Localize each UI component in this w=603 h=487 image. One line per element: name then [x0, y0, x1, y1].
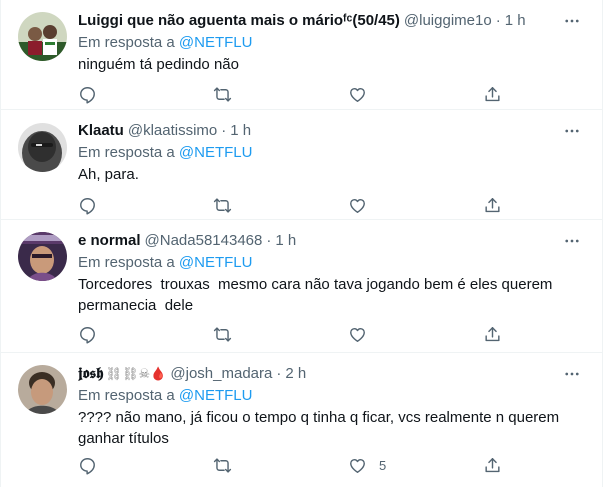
share-icon [485, 86, 500, 101]
reply-mention-link[interactable]: @NETFLU [179, 144, 253, 161]
tweet[interactable]: Klaatu @klaatissimo · 1 h Em resposta a … [1, 110, 603, 220]
avatar[interactable] [18, 365, 67, 414]
display-name[interactable]: 𝖏𝖔𝖘𝖍 [78, 364, 104, 384]
reply-context: Em resposta a @NETFLU [78, 253, 252, 273]
share-icon [485, 197, 500, 212]
retweet-icon [213, 457, 232, 473]
more-button[interactable] [560, 9, 584, 33]
like-button[interactable] [348, 193, 379, 217]
retweet-icon [213, 197, 232, 213]
tweet[interactable]: 𝖏𝖔𝖘𝖍 ⛓⛓☠🩸 @josh_madara · 2 h Em resposta… [1, 353, 603, 487]
like-icon [350, 87, 365, 102]
share-button[interactable] [483, 193, 502, 217]
share-icon [485, 326, 500, 341]
reply-icon [80, 326, 95, 344]
reply-context: Em resposta a @NETFLU [78, 33, 252, 53]
share-icon [485, 457, 500, 472]
more-icon [565, 19, 579, 23]
separator-dot: · [221, 122, 227, 139]
reply-prefix: Em resposta a [78, 254, 175, 271]
retweet-icon [213, 86, 232, 102]
more-button[interactable] [560, 119, 584, 143]
tweet[interactable]: Luiggi que não aguenta mais o márioᶠᶜ(50… [1, 0, 603, 110]
share-button[interactable] [483, 453, 502, 477]
timestamp[interactable]: 2 h [285, 364, 306, 384]
like-button[interactable]: 5 [348, 453, 386, 477]
user-handle[interactable]: @klaatissimo [128, 121, 217, 141]
like-button[interactable] [348, 82, 379, 106]
user-handle[interactable]: @josh_madara [170, 364, 272, 384]
separator-dot: · [276, 365, 282, 382]
display-name[interactable]: Klaatu [78, 121, 124, 141]
reply-icon [80, 197, 95, 215]
separator-dot: · [266, 232, 272, 249]
reply-button[interactable] [78, 82, 97, 106]
reply-prefix: Em resposta a [78, 387, 175, 404]
reply-context: Em resposta a @NETFLU [78, 386, 252, 406]
tweet-actions [78, 322, 508, 346]
like-count: 5 [379, 457, 387, 473]
share-button[interactable] [483, 82, 502, 106]
user-handle[interactable]: @luiggime1o [404, 11, 492, 31]
reply-icon [80, 457, 95, 475]
reply-button[interactable] [78, 322, 97, 346]
avatar[interactable] [18, 123, 67, 172]
tweet-actions [78, 82, 508, 106]
timestamp[interactable]: 1 h [275, 231, 296, 251]
more-icon [565, 129, 579, 133]
retweet-button[interactable] [213, 82, 232, 106]
more-icon [565, 372, 579, 376]
like-icon [350, 327, 365, 342]
tweet-text: Ah, para. [78, 166, 139, 183]
tweet[interactable]: e normal @Nada58143468 · 1 h Em resposta… [1, 220, 603, 353]
reply-mention-link[interactable]: @NETFLU [179, 387, 253, 404]
reply-mention-link[interactable]: @NETFLU [179, 34, 253, 51]
timestamp[interactable]: 1 h [505, 11, 526, 31]
reply-prefix: Em resposta a [78, 34, 175, 51]
retweet-icon [213, 326, 232, 342]
like-button[interactable] [348, 322, 379, 346]
separator-dot: · [495, 12, 501, 29]
reply-timeline: Luiggi que não aguenta mais o márioᶠᶜ(50… [0, 0, 603, 487]
more-button[interactable] [560, 362, 584, 386]
reply-context: Em resposta a @NETFLU [78, 143, 252, 163]
tweet-actions: 5 [78, 453, 508, 477]
tweet-text: Torcedores trouxas mesmo cara não tava j… [78, 276, 553, 314]
like-icon [350, 198, 365, 213]
retweet-button[interactable] [213, 193, 232, 217]
timestamp[interactable]: 1 h [230, 121, 251, 141]
reply-mention-link[interactable]: @NETFLU [179, 254, 253, 271]
share-button[interactable] [483, 322, 502, 346]
tweet-actions [78, 193, 508, 217]
display-name[interactable]: Luiggi que não aguenta mais o márioᶠᶜ(50… [78, 11, 400, 31]
avatar[interactable] [18, 12, 67, 61]
avatar[interactable] [18, 232, 67, 281]
reply-button[interactable] [78, 453, 97, 477]
tweet-text: ninguém tá pedindo não [78, 56, 239, 73]
retweet-button[interactable] [213, 322, 232, 346]
like-icon [350, 458, 365, 473]
reply-button[interactable] [78, 193, 97, 217]
retweet-button[interactable] [213, 453, 232, 477]
more-icon [565, 239, 579, 243]
reply-icon [80, 86, 95, 104]
display-name[interactable]: e normal [78, 231, 141, 251]
reply-prefix: Em resposta a [78, 144, 175, 161]
more-button[interactable] [560, 229, 584, 253]
name-emoji: ⛓⛓☠🩸 [105, 366, 167, 381]
user-handle[interactable]: @Nada58143468 [145, 231, 263, 251]
tweet-text: ???? não mano, já ficou o tempo q tinha … [78, 409, 560, 447]
